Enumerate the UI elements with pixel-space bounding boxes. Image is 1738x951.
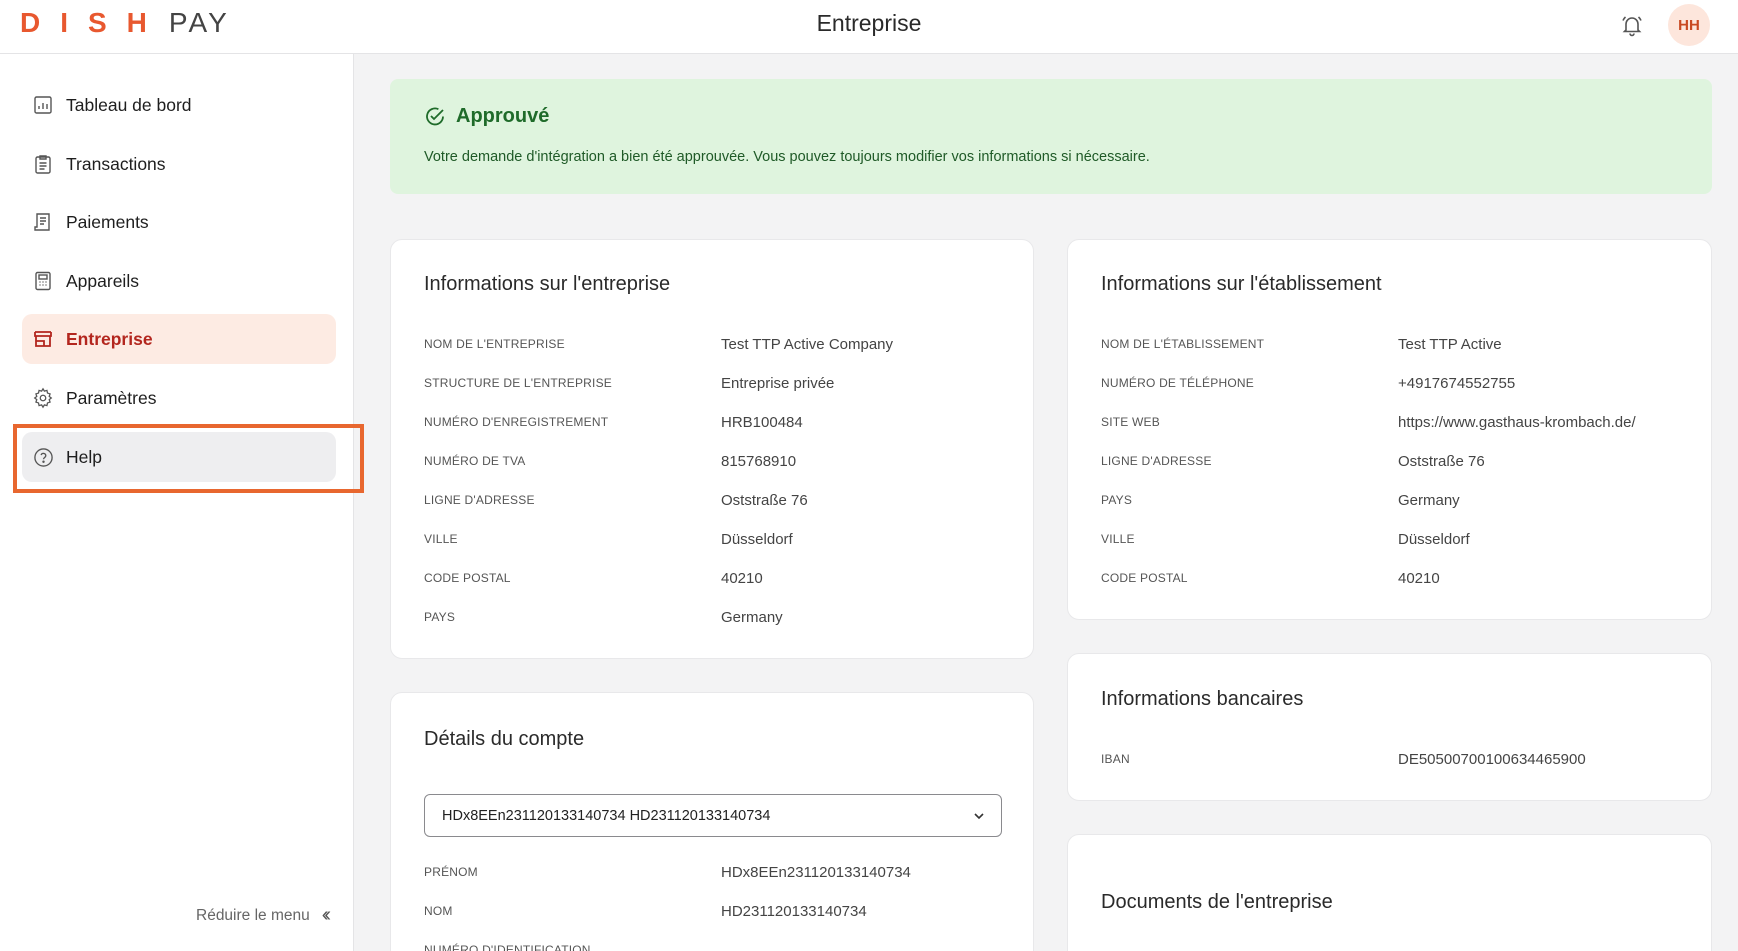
- row-label: NOM DE L'ENTREPRISE: [424, 337, 565, 351]
- notifications-bell-icon[interactable]: [1617, 10, 1647, 40]
- row-value: Oststraße 76: [1398, 453, 1485, 470]
- company-documents-card: Documents de l'entreprise: [1067, 834, 1712, 951]
- row-label: NUMÉRO DE TÉLÉPHONE: [1101, 376, 1254, 390]
- device-icon: [32, 270, 54, 292]
- chevron-down-icon: [971, 808, 987, 828]
- row-label: VILLE: [1101, 532, 1135, 546]
- row-label: NOM DE L'ÉTABLISSEMENT: [1101, 337, 1265, 351]
- row-label: SITE WEB: [1101, 415, 1160, 429]
- row-value: 40210: [721, 570, 763, 587]
- company-info-card: Informations sur l'entreprise NOM DE L'E…: [390, 239, 1034, 659]
- sidebar-item-parametres[interactable]: Paramètres: [22, 373, 336, 423]
- sidebar-item-paiements[interactable]: Paiements: [22, 197, 336, 247]
- user-avatar[interactable]: HH: [1668, 4, 1710, 46]
- dashboard-icon: [32, 94, 54, 116]
- row-label: NOM: [424, 904, 453, 918]
- approved-banner: Approuvé Votre demande d'intégration a b…: [390, 79, 1712, 194]
- sidebar-item-appareils[interactable]: Appareils: [22, 256, 336, 306]
- sidebar-item-transactions[interactable]: Transactions: [22, 139, 336, 189]
- row-label: PRÉNOM: [424, 865, 478, 879]
- row-label: PAYS: [424, 610, 456, 624]
- row-label: NUMÉRO DE TVA: [424, 454, 526, 468]
- row-label: IBAN: [1101, 752, 1130, 766]
- row-value: Düsseldorf: [1398, 531, 1470, 548]
- website-link[interactable]: https://www.gasthaus-krombach.de/: [1398, 414, 1636, 431]
- check-circle-icon: [424, 106, 446, 128]
- clipboard-icon: [32, 153, 54, 175]
- card-title: Informations sur l'entreprise: [424, 273, 671, 295]
- row-value: Test TTP Active Company: [721, 336, 894, 353]
- account-details-card: Détails du compte HDx8EEn231120133140734…: [390, 692, 1034, 951]
- row-value: Germany: [1398, 492, 1460, 509]
- row-value: HRB100484: [721, 414, 803, 431]
- row-value: HDx8EEn231120133140734: [721, 864, 911, 881]
- row-value: 815768910: [721, 453, 797, 470]
- row-value: HD231120133140734: [721, 903, 867, 920]
- banner-title: Approuvé: [424, 105, 549, 128]
- logo-pay-text: PAY: [168, 7, 230, 38]
- bank-info-card: Informations bancaires IBAN DE5050070010…: [1067, 653, 1712, 801]
- sidebar-item-label: Appareils: [66, 270, 139, 291]
- collapse-menu-button[interactable]: Réduire le menu ‹‹: [196, 904, 332, 927]
- collapse-menu-label: Réduire le menu: [196, 906, 310, 924]
- row-label: VILLE: [424, 532, 458, 546]
- account-select-value: HDx8EEn231120133140734 HD231120133140734: [442, 807, 771, 824]
- row-label: PAYS: [1101, 493, 1133, 507]
- sidebar-item-tableau-de-bord[interactable]: Tableau de bord: [22, 80, 336, 130]
- row-label: NUMÉRO D'IDENTIFICATION: [424, 943, 591, 951]
- row-label: LIGNE D'ADRESSE: [424, 493, 535, 507]
- store-icon: [32, 328, 54, 350]
- establishment-info-card: Informations sur l'établissement NOM DE …: [1067, 239, 1712, 620]
- banner-message: Votre demande d'intégration a bien été a…: [424, 149, 1150, 165]
- card-title: Documents de l'entreprise: [1101, 891, 1333, 913]
- sidebar-item-label: Paiements: [66, 211, 149, 232]
- row-label: CODE POSTAL: [1101, 571, 1188, 585]
- sidebar-item-label: Tableau de bord: [66, 94, 192, 115]
- sidebar-item-label: Entreprise: [66, 328, 153, 349]
- dish-pay-logo[interactable]: DISH PAY: [20, 6, 230, 40]
- row-value: 40210: [1398, 570, 1440, 587]
- row-value: Entreprise privée: [721, 375, 835, 392]
- row-label: NUMÉRO D'ENREGISTREMENT: [424, 415, 609, 429]
- logo-dish-text: DISH: [20, 7, 167, 38]
- page-title: Entreprise: [816, 10, 922, 36]
- row-value: Germany: [721, 609, 783, 626]
- row-value: Oststraße 76: [721, 492, 808, 509]
- row-label: CODE POSTAL: [424, 571, 511, 585]
- sidebar-item-label: Paramètres: [66, 387, 157, 408]
- account-select-dropdown[interactable]: HDx8EEn231120133140734 HD231120133140734: [424, 794, 1002, 837]
- card-title: Informations sur l'établissement: [1101, 273, 1382, 295]
- gear-icon: [32, 387, 54, 409]
- row-label: LIGNE D'ADRESSE: [1101, 454, 1212, 468]
- sidebar-item-label: Transactions: [66, 153, 166, 174]
- card-title: Informations bancaires: [1101, 688, 1304, 710]
- sidebar-item-entreprise[interactable]: Entreprise: [22, 314, 336, 364]
- double-chevron-left-icon: ‹‹: [321, 904, 332, 926]
- row-value: +4917674552755: [1398, 375, 1516, 392]
- help-highlight-frame: [13, 424, 364, 493]
- row-label: STRUCTURE DE L'ENTREPRISE: [424, 376, 612, 390]
- row-value: Test TTP Active: [1398, 336, 1502, 353]
- row-value: Düsseldorf: [721, 531, 793, 548]
- top-header: DISH PAY Entreprise HH: [0, 0, 1738, 54]
- card-title: Détails du compte: [424, 728, 585, 750]
- receipt-icon: [32, 211, 54, 233]
- row-value: DE50500700100634465900: [1398, 751, 1586, 768]
- banner-title-text: Approuvé: [456, 105, 550, 127]
